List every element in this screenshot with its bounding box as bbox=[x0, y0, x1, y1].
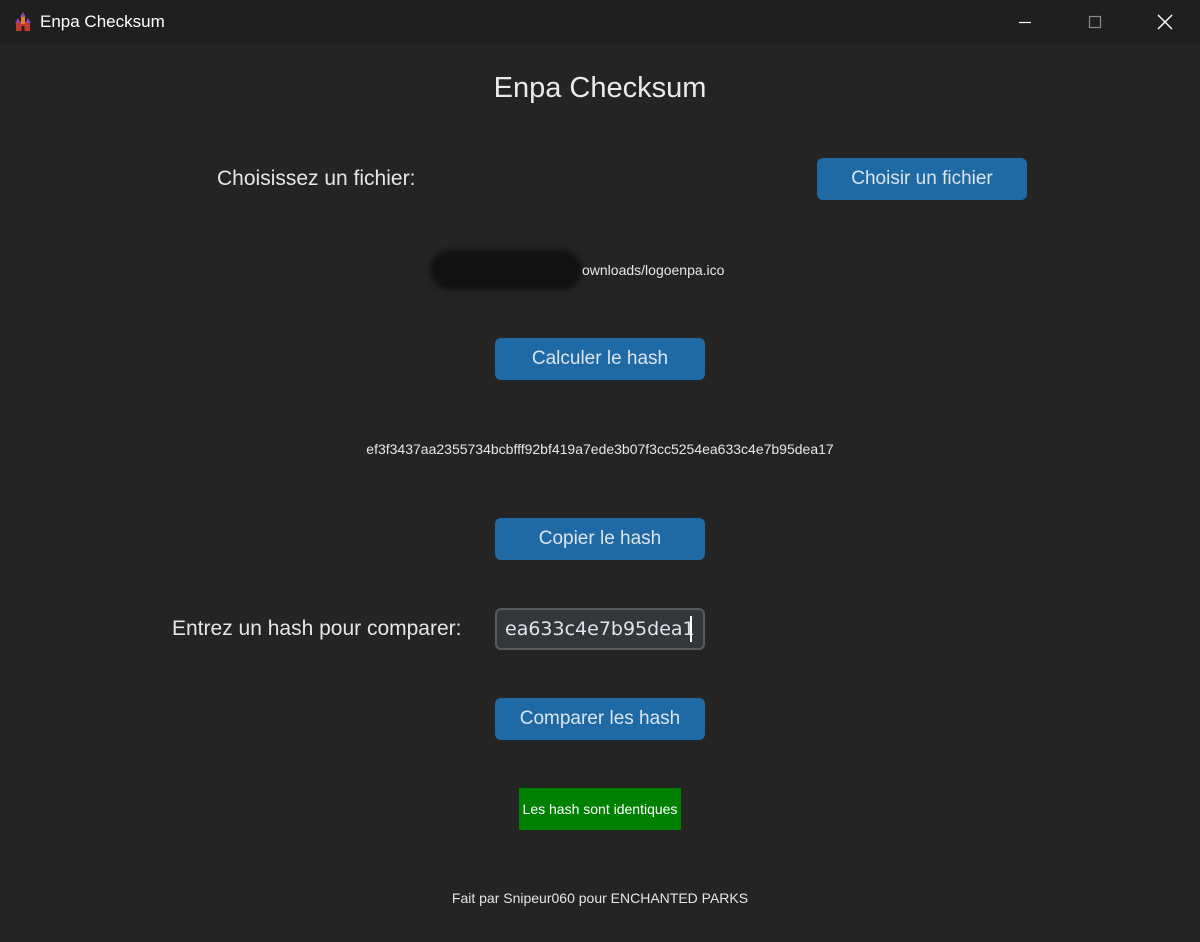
app-window: Enpa Checksum Enpa Checksum Choisissez u… bbox=[0, 0, 1200, 942]
choose-file-label: Choisissez un fichier: bbox=[217, 167, 416, 190]
window-title: Enpa Checksum bbox=[40, 12, 165, 31]
title-bar[interactable]: Enpa Checksum bbox=[0, 0, 1200, 44]
maximize-icon bbox=[1088, 15, 1102, 29]
text-cursor bbox=[690, 616, 692, 642]
choose-file-button[interactable]: Choisir un fichier bbox=[817, 158, 1027, 200]
minimize-button[interactable] bbox=[990, 0, 1060, 44]
close-button[interactable] bbox=[1130, 0, 1200, 44]
copy-hash-button[interactable]: Copier le hash bbox=[495, 518, 705, 560]
app-heading: Enpa Checksum bbox=[493, 72, 707, 104]
redacted-path-mask bbox=[430, 250, 582, 290]
castle-icon bbox=[15, 12, 31, 31]
compute-hash-button[interactable]: Calculer le hash bbox=[495, 338, 705, 380]
compare-hash-button[interactable]: Comparer les hash bbox=[495, 698, 705, 740]
footer-credit: Fait par Snipeur060 pour ENCHANTED PARKS bbox=[451, 890, 749, 906]
maximize-button[interactable] bbox=[1060, 0, 1130, 44]
compare-hash-label: Entrez un hash pour comparer: bbox=[172, 617, 462, 640]
hash-value-text: ef3f3437aa2355734bcbfff92bf419a7ede3b07f… bbox=[366, 441, 834, 457]
close-icon bbox=[1157, 14, 1173, 30]
compare-result-badge: Les hash sont identiques bbox=[519, 788, 681, 830]
file-path-text: ownloads/logoenpa.ico bbox=[582, 262, 725, 278]
minimize-icon bbox=[1019, 21, 1031, 24]
compare-hash-input[interactable] bbox=[495, 608, 705, 650]
